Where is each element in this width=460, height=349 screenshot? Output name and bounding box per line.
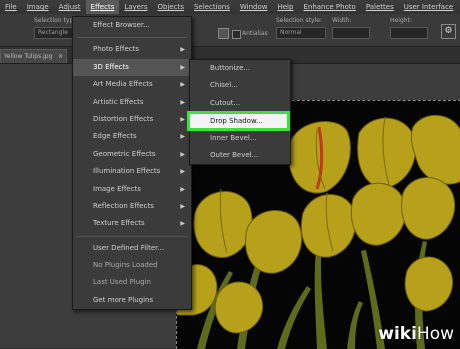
menu-effects[interactable]: Effects — [85, 0, 120, 14]
menu-image[interactable]: Image — [22, 0, 54, 14]
watermark-how: How — [416, 324, 454, 344]
item-label: Last Used Plugin — [93, 278, 151, 287]
item-label: Outer Bevel... — [210, 150, 259, 159]
item-label: Art Media Effects — [93, 80, 153, 89]
close-icon[interactable]: × — [58, 50, 63, 63]
photo-effects-item[interactable]: Photo Effects ▶ — [73, 41, 191, 58]
width-label: Width: — [332, 17, 352, 24]
3d-effects-item[interactable]: 3D Effects ▶ — [73, 58, 191, 77]
texture-effects-item[interactable]: Texture Effects ▶ — [73, 215, 191, 232]
buttonize-item[interactable]: Buttonize... — [190, 60, 290, 77]
selection-style-dropdown[interactable]: Normal — [276, 27, 326, 39]
chevron-right-icon: ▶ — [180, 202, 185, 210]
chevron-right-icon: ▶ — [180, 185, 185, 193]
height-label: Height: — [390, 17, 412, 24]
illumination-effects-item[interactable]: Illumination Effects ▶ — [73, 163, 191, 180]
outer-bevel-item[interactable]: Outer Bevel... — [190, 147, 290, 164]
item-label: Buttonize... — [210, 64, 251, 72]
gear-icon[interactable]: ⚙ — [441, 24, 456, 39]
item-label: Edge Effects — [93, 132, 137, 141]
chevron-right-icon: ▶ — [180, 46, 185, 54]
height-field[interactable] — [390, 27, 428, 39]
selection-style-label: Selection style: — [276, 17, 322, 24]
item-label: Texture Effects — [93, 219, 145, 228]
edge-effects-item[interactable]: Edge Effects ▶ — [73, 128, 191, 145]
menu-window[interactable]: Window — [235, 0, 273, 14]
user-defined-filter-item[interactable]: User Defined Filter... — [73, 240, 191, 257]
chevron-right-icon: ▶ — [180, 168, 185, 176]
item-label: Distortion Effects — [93, 114, 154, 123]
chevron-right-icon: ▶ — [180, 63, 185, 71]
item-label: Cutout... — [210, 98, 241, 107]
menu-enhance-photo[interactable]: Enhance Photo — [298, 0, 360, 14]
menu-separator — [77, 37, 187, 39]
menu-bar: File Image Adjust Effects Layers Objects… — [0, 0, 460, 15]
item-label: Image Effects — [93, 184, 141, 193]
selection-type-dropdown[interactable]: Rectangle — [34, 27, 76, 39]
menu-adjust[interactable]: Adjust — [54, 0, 86, 14]
chisel-item[interactable]: Chisel... — [190, 77, 290, 94]
distortion-effects-item[interactable]: Distortion Effects ▶ — [73, 111, 191, 128]
no-plugins-loaded-item: No Plugins Loaded — [73, 257, 191, 274]
tool-options-bar: Selection type: Rectangle Antialias Sele… — [0, 14, 460, 47]
watermark-wiki: wiki — [378, 324, 417, 344]
get-more-plugins-item[interactable]: Get more Plugins — [73, 292, 191, 309]
item-label: Artistic Effects — [93, 97, 144, 106]
item-label: Photo Effects — [93, 45, 139, 54]
art-media-effects-item[interactable]: Art Media Effects ▶ — [73, 76, 191, 93]
wikihow-watermark: wikiHow — [378, 324, 454, 344]
item-label: User Defined Filter... — [93, 243, 165, 252]
item-label: Geometric Effects — [93, 149, 156, 158]
effect-browser-item[interactable]: Effect Browser... — [73, 17, 191, 34]
chevron-right-icon: ▶ — [180, 98, 185, 106]
item-label: Illumination Effects — [93, 167, 161, 176]
artistic-effects-item[interactable]: Artistic Effects ▶ — [73, 94, 191, 111]
antialias-label: Antialias — [242, 30, 268, 37]
item-label: No Plugins Loaded — [93, 261, 158, 270]
chevron-right-icon: ▶ — [180, 133, 185, 141]
chevron-right-icon: ▶ — [180, 115, 185, 123]
color-swatch[interactable] — [218, 28, 229, 39]
document-tab[interactable]: Yellow Tulips.jpg × — [0, 49, 67, 63]
selection-type-value: Rectangle — [38, 29, 68, 36]
width-field[interactable] — [332, 27, 370, 39]
antialias-checkbox[interactable] — [232, 30, 241, 39]
document-tab-title: Yellow Tulips.jpg — [4, 53, 53, 60]
inner-bevel-item[interactable]: Inner Bevel... — [190, 130, 290, 147]
item-label: Reflection Effects — [93, 201, 154, 210]
drop-shadow-item[interactable]: Drop Shadow... — [187, 111, 290, 131]
item-label: Inner Bevel... — [210, 133, 257, 142]
menu-layers[interactable]: Layers — [119, 0, 152, 14]
menu-selections[interactable]: Selections — [189, 0, 235, 14]
menu-palettes[interactable]: Palettes — [361, 0, 399, 14]
drop-shadow-label: Drop Shadow... — [210, 117, 263, 125]
menu-separator — [77, 235, 187, 237]
last-used-plugin-item: Last Used Plugin — [73, 274, 191, 291]
reflection-effects-item[interactable]: Reflection Effects ▶ — [73, 198, 191, 215]
item-label: Chisel... — [210, 81, 238, 90]
geometric-effects-item[interactable]: Geometric Effects ▶ — [73, 146, 191, 163]
menu-file[interactable]: File — [0, 0, 22, 14]
chevron-right-icon: ▶ — [180, 150, 185, 158]
effects-menu: Effect Browser... Photo Effects ▶ 3D Effe… — [72, 16, 192, 311]
menu-help[interactable]: Help — [272, 0, 298, 14]
item-label: Effect Browser... — [93, 21, 150, 29]
menu-user-interface[interactable]: User Interface — [399, 0, 459, 14]
cutout-item[interactable]: Cutout... — [190, 95, 290, 112]
item-label: 3D Effects — [93, 62, 129, 71]
item-label: Get more Plugins — [93, 295, 154, 304]
menu-objects[interactable]: Objects — [153, 0, 189, 14]
chevron-right-icon: ▶ — [180, 220, 185, 228]
selection-style-value: Normal — [280, 29, 302, 36]
image-effects-item[interactable]: Image Effects ▶ — [73, 181, 191, 198]
chevron-right-icon: ▶ — [180, 81, 185, 89]
